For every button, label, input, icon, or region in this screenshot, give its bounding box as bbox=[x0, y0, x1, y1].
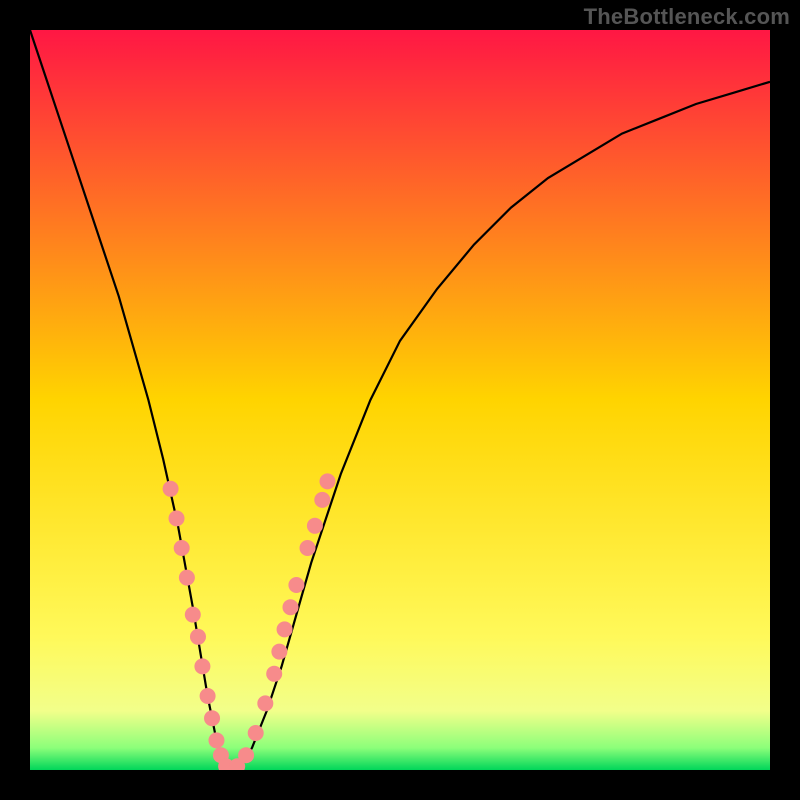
marker-dot bbox=[190, 629, 206, 645]
marker-dot bbox=[200, 688, 216, 704]
marker-dot bbox=[248, 725, 264, 741]
marker-dot bbox=[282, 599, 298, 615]
gradient-background bbox=[30, 30, 770, 770]
marker-dot bbox=[194, 658, 210, 674]
marker-dot bbox=[288, 577, 304, 593]
marker-dot bbox=[208, 732, 224, 748]
attribution-watermark: TheBottleneck.com bbox=[584, 4, 790, 30]
marker-dot bbox=[185, 607, 201, 623]
chart-frame: TheBottleneck.com bbox=[0, 0, 800, 800]
marker-dot bbox=[277, 621, 293, 637]
marker-dot bbox=[319, 473, 335, 489]
marker-dot bbox=[238, 747, 254, 763]
marker-dot bbox=[204, 710, 220, 726]
marker-dot bbox=[271, 644, 287, 660]
plot-area bbox=[30, 30, 770, 770]
marker-dot bbox=[163, 481, 179, 497]
marker-dot bbox=[266, 666, 282, 682]
marker-dot bbox=[179, 570, 195, 586]
marker-dot bbox=[307, 518, 323, 534]
marker-dot bbox=[169, 510, 185, 526]
marker-dot bbox=[257, 695, 273, 711]
marker-dot bbox=[300, 540, 316, 556]
marker-dot bbox=[314, 492, 330, 508]
chart-svg bbox=[30, 30, 770, 770]
marker-dot bbox=[174, 540, 190, 556]
